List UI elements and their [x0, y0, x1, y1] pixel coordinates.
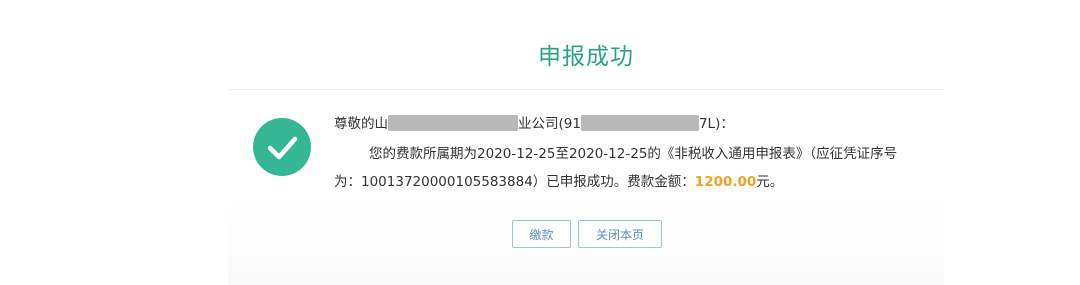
fee-amount: 1200.00 [694, 174, 757, 190]
greeting-prefix: 尊敬的山 [334, 116, 388, 132]
success-check-icon [253, 118, 311, 176]
company-suffix: 业公司(91 [518, 116, 581, 132]
amount-unit: 元。 [756, 174, 784, 190]
redacted-credit-code [580, 115, 699, 131]
result-prefix: 为：10013720000105583884）已申报成功。费款金额： [334, 174, 695, 190]
checkmark-icon [267, 136, 298, 160]
credit-code-suffix: 7L)： [698, 116, 734, 132]
greeting-line: 尊敬的山 业公司(91 7L)： [334, 114, 734, 134]
page-title: 申报成功 [538, 44, 634, 70]
title-divider [228, 89, 944, 90]
pay-button[interactable]: 缴款 [512, 220, 571, 248]
redacted-company-name [388, 115, 518, 131]
period-line: 您的费款所属期为2020-12-25至2020-12-25的《非税收入通用申报表… [369, 146, 898, 162]
result-line: 为：10013720000105583884）已申报成功。费款金额：1200.0… [334, 172, 783, 192]
declaration-success-page: 申报成功 尊敬的山 业公司(91 7L)： 您的费款所属期为2020-12-25至2… [0, 0, 1080, 285]
close-page-button[interactable]: 关闭本页 [578, 220, 662, 248]
